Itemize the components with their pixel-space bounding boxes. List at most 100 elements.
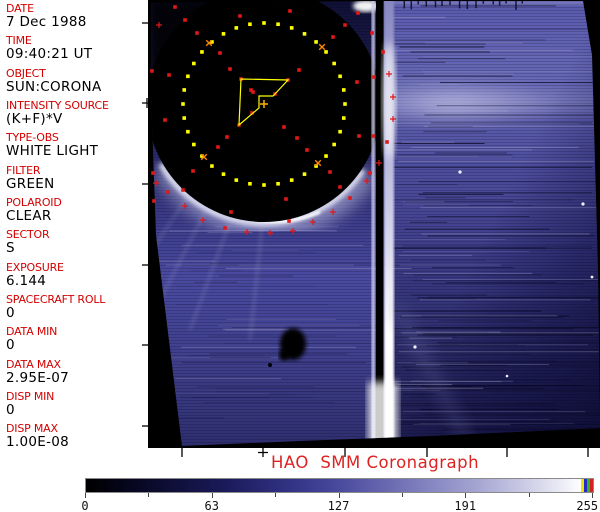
red-fiducial-marker (284, 197, 288, 201)
image-title: HAO SMM Coronagraph (270, 453, 480, 472)
metadata-entry: SPACECRAFT ROLL 0 (0, 291, 142, 323)
red-fiducial-marker (167, 73, 171, 77)
red-fiducial-marker (152, 199, 156, 203)
red-fiducial-marker (228, 67, 232, 71)
red-fiducial-marker (288, 9, 292, 13)
red-fiducial-marker (218, 51, 222, 55)
metadata-entry: DATE 7 Dec 1988 (0, 0, 142, 32)
red-fiducial-marker (195, 31, 199, 35)
metadata-entry: EXPOSURE 6.144 (0, 259, 142, 291)
red-plus-marker (386, 71, 392, 77)
metadata-value: 0 (6, 337, 15, 354)
metadata-label: DISP MIN (6, 390, 55, 404)
yellow-ring-marker (276, 22, 280, 27)
red-fiducial-marker (372, 75, 376, 79)
metadata-label: TYPE-OBS (6, 131, 59, 145)
red-plus-marker (156, 22, 162, 28)
orange-x-marker (318, 43, 326, 51)
yellow-ring-marker (324, 50, 328, 54)
red-fiducial-marker (238, 14, 242, 18)
yellow-ring-marker (186, 129, 190, 134)
yellow-ring-marker (234, 178, 239, 182)
red-fiducial-marker (251, 90, 255, 94)
red-fiducial-marker (163, 118, 167, 122)
metadata-sidebar: DATE 7 Dec 1988 TIME 09:40:21 UT OBJECT SUN:C… (0, 0, 142, 455)
metadata-entry: INTENSITY SOURCE (K+F)*V (0, 97, 142, 129)
red-fiducial-marker (328, 170, 332, 174)
yellow-ring-marker (182, 88, 187, 92)
metadata-label: EXPOSURE (6, 260, 64, 274)
metadata-value: 1.00E-08 (6, 434, 70, 451)
yellow-ring-marker (248, 181, 252, 186)
yellow-ring-marker (289, 26, 294, 30)
image-frame-background (148, 0, 600, 448)
metadata-label: FILTER (6, 163, 41, 177)
metadata-value: SUN:CORONA (6, 78, 102, 95)
red-plus-marker (182, 203, 188, 209)
red-fiducial-marker (216, 145, 220, 149)
red-fiducial-marker (338, 185, 342, 189)
yellow-ring-marker (181, 102, 185, 106)
yellow-ring-marker (289, 178, 294, 182)
metadata-entry: OBJECT SUN:CORONA (0, 65, 142, 97)
yellow-ring-marker (302, 32, 307, 36)
metadata-value: S (6, 240, 15, 257)
colorbar-tick (592, 493, 593, 498)
yellow-ring-marker (221, 32, 226, 36)
metadata-label: POLAROID (6, 196, 62, 210)
metadata-entry: SECTOR S (0, 226, 142, 258)
red-fiducial-marker (331, 35, 335, 39)
metadata-value: CLEAR (6, 208, 52, 225)
colorbar-tick-label: 127 (327, 499, 350, 512)
colorbar-tick-label: 191 (454, 499, 477, 512)
metadata-label: SPACECRAFT ROLL (6, 293, 106, 307)
metadata-entry: POLAROID CLEAR (0, 194, 142, 226)
orange-x-marker (314, 159, 322, 167)
colorbar-stripe-red (590, 479, 593, 492)
yellow-ring-marker (332, 61, 336, 66)
metadata-label: SECTOR (6, 228, 50, 242)
metadata-value: 7 Dec 1988 (6, 14, 87, 30)
yellow-ring-marker (338, 129, 342, 134)
yellow-ring-marker (341, 116, 346, 120)
yellow-ring-marker (341, 88, 346, 92)
red-fiducial-marker (239, 77, 243, 81)
yellow-ring-marker (200, 154, 204, 158)
pylon (368, 1, 398, 446)
metadata-value: 6.144 (6, 272, 47, 289)
metadata-entry: FILTER GREEN (0, 162, 142, 194)
metadata-value: GREEN (6, 175, 55, 192)
red-fiducial-marker (295, 136, 299, 140)
metadata-label: DATE (6, 2, 34, 15)
red-fiducial-marker (183, 18, 187, 22)
yellow-ring-marker (262, 183, 266, 187)
yellow-ring-marker (262, 21, 266, 25)
metadata-value: 0 (6, 305, 15, 322)
yellow-ring-marker (221, 172, 226, 176)
red-fiducial-marker (282, 125, 286, 129)
red-fiducial-marker (229, 210, 233, 214)
colorbar-tick (338, 493, 340, 498)
red-fiducial-marker (223, 226, 227, 230)
red-fiducial-marker (381, 50, 385, 54)
yellow-ring-marker (192, 142, 196, 147)
red-plus-marker (364, 178, 370, 184)
photo-region (151, 1, 600, 446)
yellow-ring-marker (210, 40, 214, 44)
axis-ticks (142, 22, 589, 457)
red-fiducial-marker (250, 111, 254, 115)
colorbar-minor-tick (275, 493, 277, 497)
metadata-entry: DISP MIN 0 (0, 388, 142, 420)
red-plus-marker (390, 116, 396, 122)
red-plus-marker (267, 230, 273, 236)
yellow-ring-marker (234, 26, 239, 30)
intensity-colorbar (85, 478, 594, 493)
red-plus-marker (376, 160, 382, 166)
orange-x-marker (200, 153, 208, 161)
colorbar-minor-tick (148, 493, 150, 497)
colorbar-minor-tick (528, 493, 530, 497)
yellow-ring-marker (248, 22, 252, 27)
red-plus-marker (290, 228, 296, 234)
colorbar-tick-label: 63 (204, 499, 219, 512)
red-fiducial-marker (343, 23, 347, 27)
